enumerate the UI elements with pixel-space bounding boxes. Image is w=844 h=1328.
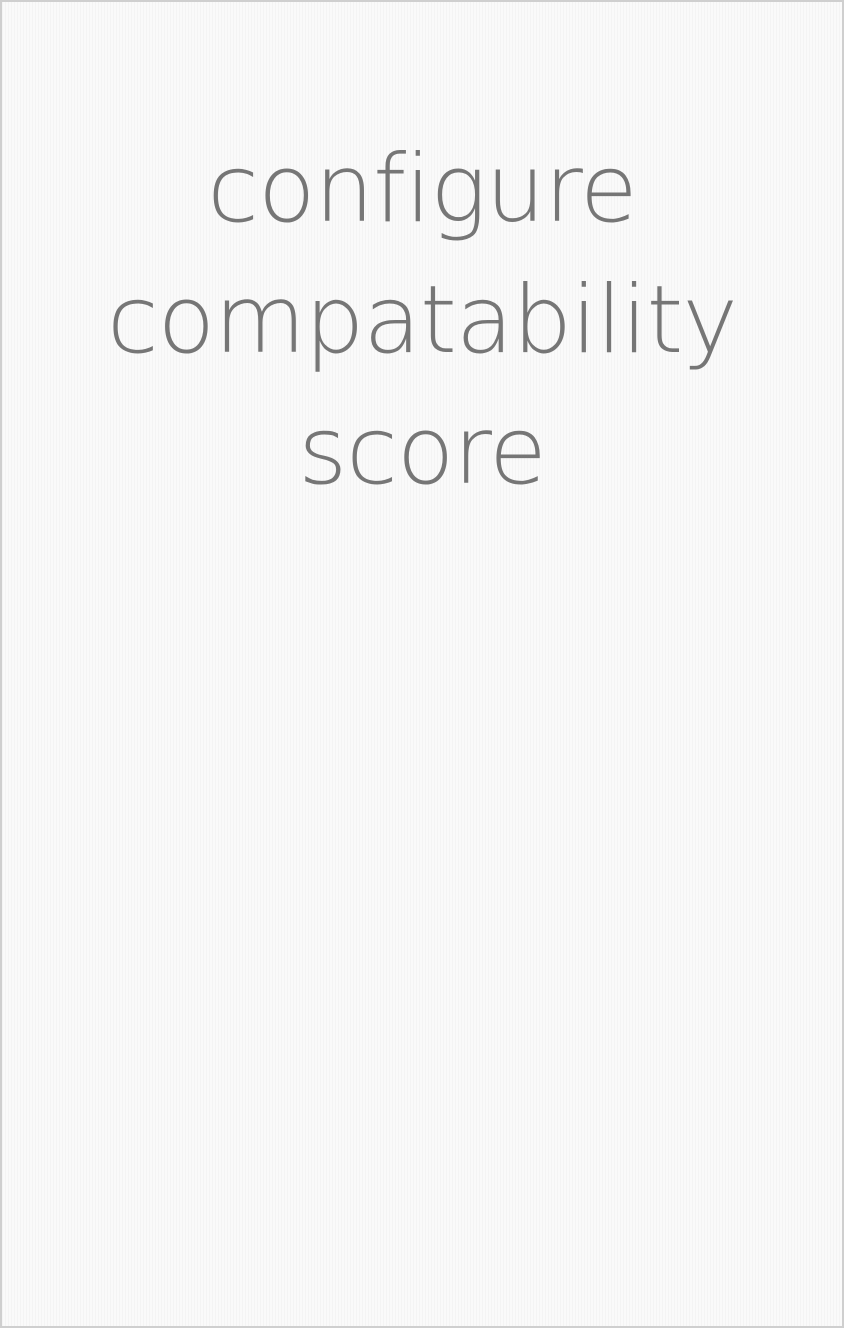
title-line-3: score (298, 397, 547, 506)
title-line-1: configure (207, 135, 637, 244)
title-line-2: compatability (107, 266, 738, 375)
page-title: configure compatability score (2, 124, 842, 517)
compatibility-score-screen: configure compatability score (0, 0, 844, 1328)
